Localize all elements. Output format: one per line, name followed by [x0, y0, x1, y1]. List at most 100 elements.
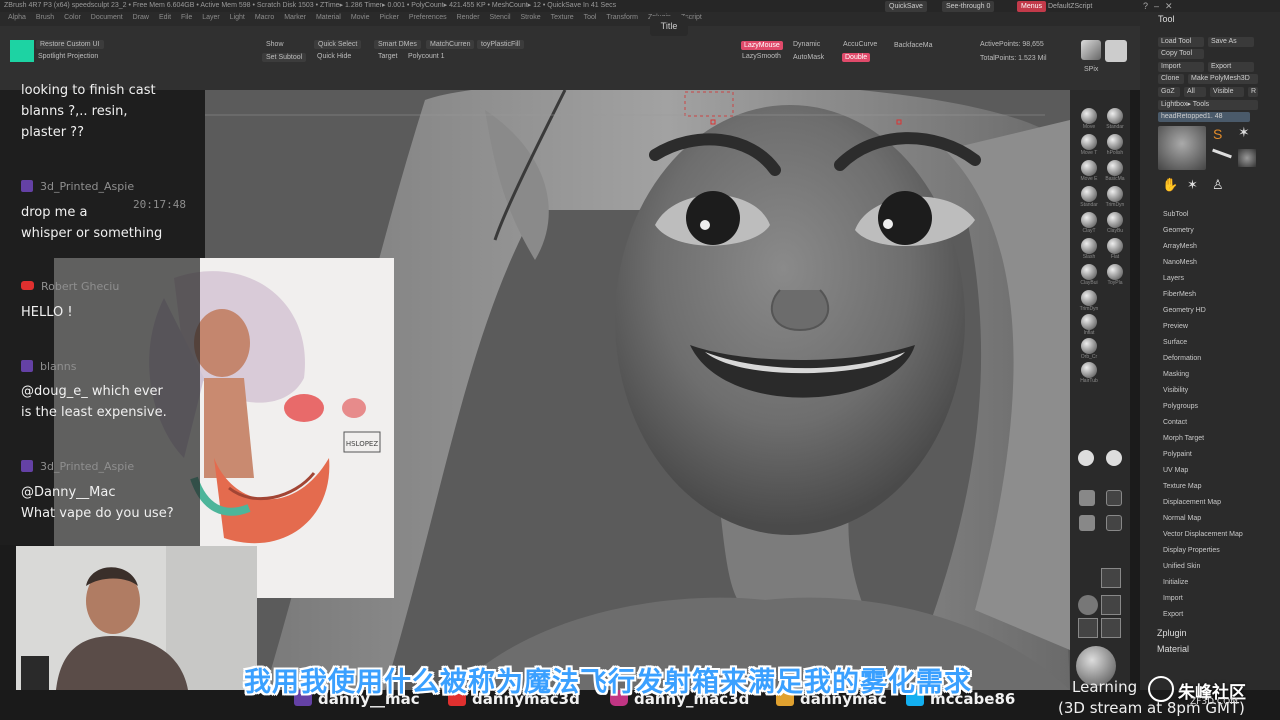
tool-menu-item[interactable]: FiberMesh — [1163, 291, 1196, 298]
menu-item[interactable]: Edit — [159, 14, 171, 21]
color-swatch[interactable] — [10, 40, 34, 62]
tool-menu-item[interactable]: Export — [1163, 611, 1183, 618]
lightbox-tools-button[interactable]: Lightbox▸ Tools — [1158, 100, 1258, 110]
polycount-field[interactable]: Polycount 1 — [408, 53, 445, 60]
pose-figure-icon[interactable]: ♙ — [1212, 177, 1224, 193]
tool-menu-item[interactable]: Visibility — [1163, 387, 1188, 394]
goz-r-button[interactable]: R — [1248, 87, 1258, 97]
tool-menu-item[interactable]: Morph Target — [1163, 435, 1204, 442]
brush-slot[interactable]: ToyPla — [1102, 264, 1128, 286]
brush-slot[interactable]: HairTub — [1076, 362, 1102, 384]
backface-mask-toggle[interactable]: BackfaceMa — [894, 42, 933, 49]
brush-slot[interactable]: ClayBu — [1102, 212, 1128, 234]
menu-item[interactable]: Light — [230, 14, 245, 21]
tool-menu-item[interactable]: Vector Displacement Map — [1163, 531, 1243, 538]
slim-curve-thumb-icon[interactable] — [1212, 148, 1232, 159]
menu-item[interactable]: Movie — [351, 14, 370, 21]
target-field[interactable]: Target — [378, 53, 397, 60]
hands-thumb-icon[interactable]: ✋ — [1162, 177, 1178, 193]
restore-custom-ui-button[interactable]: Restore Custom UI — [36, 40, 104, 49]
spix-slider[interactable]: SPix — [1084, 66, 1098, 73]
move-tool-icon[interactable] — [1101, 568, 1121, 588]
save-as-button[interactable]: Save As — [1208, 37, 1254, 47]
smart-dmesh-button[interactable]: Smart DMes — [374, 40, 421, 49]
brush-slot[interactable]: Flat — [1102, 238, 1128, 260]
accucurve-toggle[interactable]: AccuCurve — [843, 41, 877, 48]
automask-button[interactable]: AutoMask — [793, 54, 824, 61]
brush-slot[interactable]: Inflat — [1076, 314, 1102, 336]
dynamic-button[interactable]: Dynamic — [793, 41, 820, 48]
menu-item[interactable]: Texture — [551, 14, 574, 21]
tool-menu-item[interactable]: NanoMesh — [1163, 259, 1197, 266]
menu-item[interactable]: Macro — [255, 14, 274, 21]
tool-menu-item[interactable]: Preview — [1163, 323, 1188, 330]
zplugin-menu[interactable]: Zplugin — [1157, 628, 1187, 638]
tool-menu-item[interactable]: Polygroups — [1163, 403, 1198, 410]
load-tool-button[interactable]: Load Tool — [1158, 37, 1204, 47]
tool-menu-item[interactable]: Layers — [1163, 275, 1184, 282]
match-current-button[interactable]: MatchCurren — [426, 40, 475, 49]
menu-item[interactable]: Stencil — [489, 14, 510, 21]
tool-menu-item[interactable]: SubTool — [1163, 211, 1188, 218]
mask-icon[interactable] — [1079, 490, 1095, 506]
menu-item[interactable]: Render — [457, 14, 480, 21]
current-tool-thumbnail[interactable] — [1158, 126, 1206, 170]
tool-menu-item[interactable]: Surface — [1163, 339, 1187, 346]
menu-item[interactable]: Preferences — [409, 14, 447, 21]
tool-menu-item[interactable]: Display Properties — [1163, 547, 1220, 554]
copy-tool-button[interactable]: Copy Tool — [1158, 49, 1204, 59]
actual-size-icon[interactable] — [1101, 618, 1121, 638]
brush-slot[interactable]: hPolish — [1102, 134, 1128, 156]
make-polymesh3d-button[interactable]: Make PolyMesh3D — [1188, 74, 1258, 84]
menu-item[interactable]: Tool — [584, 14, 597, 21]
tool-menu-item[interactable]: Displacement Map — [1163, 499, 1221, 506]
goz-visible-button[interactable]: Visible — [1210, 87, 1244, 97]
brush-slot[interactable]: Move T — [1076, 134, 1102, 156]
menu-item[interactable]: Draw — [133, 14, 149, 21]
menu-item[interactable]: Alpha — [8, 14, 26, 21]
goz-all-button[interactable]: All — [1184, 87, 1206, 97]
pen-icon[interactable] — [1106, 450, 1122, 466]
tool-menu-item[interactable]: Polypaint — [1163, 451, 1192, 458]
tool-menu-item[interactable]: Masking — [1163, 371, 1189, 378]
menu-item[interactable]: Brush — [36, 14, 54, 21]
brush-slot[interactable]: Slash — [1076, 238, 1102, 260]
menus-button[interactable]: Menus — [1017, 1, 1047, 12]
export-button[interactable]: Export — [1208, 62, 1254, 72]
mask-pen-icon[interactable] — [1079, 515, 1095, 531]
window-controls[interactable]: ?–✕ — [1143, 1, 1179, 12]
tool-menu-item[interactable]: Normal Map — [1163, 515, 1201, 522]
zoom-icon[interactable] — [1101, 595, 1121, 615]
brush-slot[interactable]: Standar — [1076, 186, 1102, 208]
current-tool-slider[interactable]: headRetopped1. 48 — [1158, 112, 1250, 122]
menu-item[interactable]: Stroke — [520, 14, 540, 21]
menu-item[interactable]: Color — [64, 14, 81, 21]
lazy-mouse-toggle[interactable]: LazyMouse — [741, 41, 783, 50]
menu-item[interactable]: File — [181, 14, 192, 21]
spotlight-projection-button[interactable]: Spotlight Projection — [38, 53, 98, 60]
brush-slot[interactable]: TrimDyn — [1076, 290, 1102, 312]
brush-slot[interactable]: Orb_Cr — [1076, 338, 1102, 360]
tool-menu-item[interactable]: UV Map — [1163, 467, 1188, 474]
tool-menu-item[interactable]: Import — [1163, 595, 1183, 602]
lazy-smooth-slider[interactable]: LazySmooth — [742, 53, 781, 60]
menu-item[interactable]: Marker — [284, 14, 306, 21]
brush-slot[interactable]: ClayT — [1076, 212, 1102, 234]
material-menu[interactable]: Material — [1157, 644, 1189, 654]
default-zscript-button[interactable]: DefaultZScript — [1044, 1, 1096, 12]
headretop-thumb-icon[interactable] — [1238, 149, 1256, 167]
brush-slot[interactable]: Standar — [1102, 108, 1128, 130]
material-swatch[interactable] — [1081, 40, 1101, 60]
menu-item[interactable]: Document — [91, 14, 123, 21]
import-button[interactable]: Import — [1158, 62, 1204, 72]
tool-menu-item[interactable]: Unified Skin — [1163, 563, 1200, 570]
see-through-slider[interactable]: See-through 0 — [942, 1, 995, 12]
quick-hide-button[interactable]: Quick Hide — [317, 53, 351, 60]
brush-slot[interactable]: Move — [1076, 108, 1102, 130]
tool-menu-item[interactable]: Geometry — [1163, 227, 1194, 234]
tool-panel-title[interactable]: Tool — [1140, 14, 1280, 28]
texture-swatch[interactable] — [1105, 40, 1127, 62]
tool-menu-item[interactable]: Contact — [1163, 419, 1187, 426]
select-rect-icon[interactable] — [1106, 515, 1122, 531]
brush-slot[interactable]: TrimDyn — [1102, 186, 1128, 208]
